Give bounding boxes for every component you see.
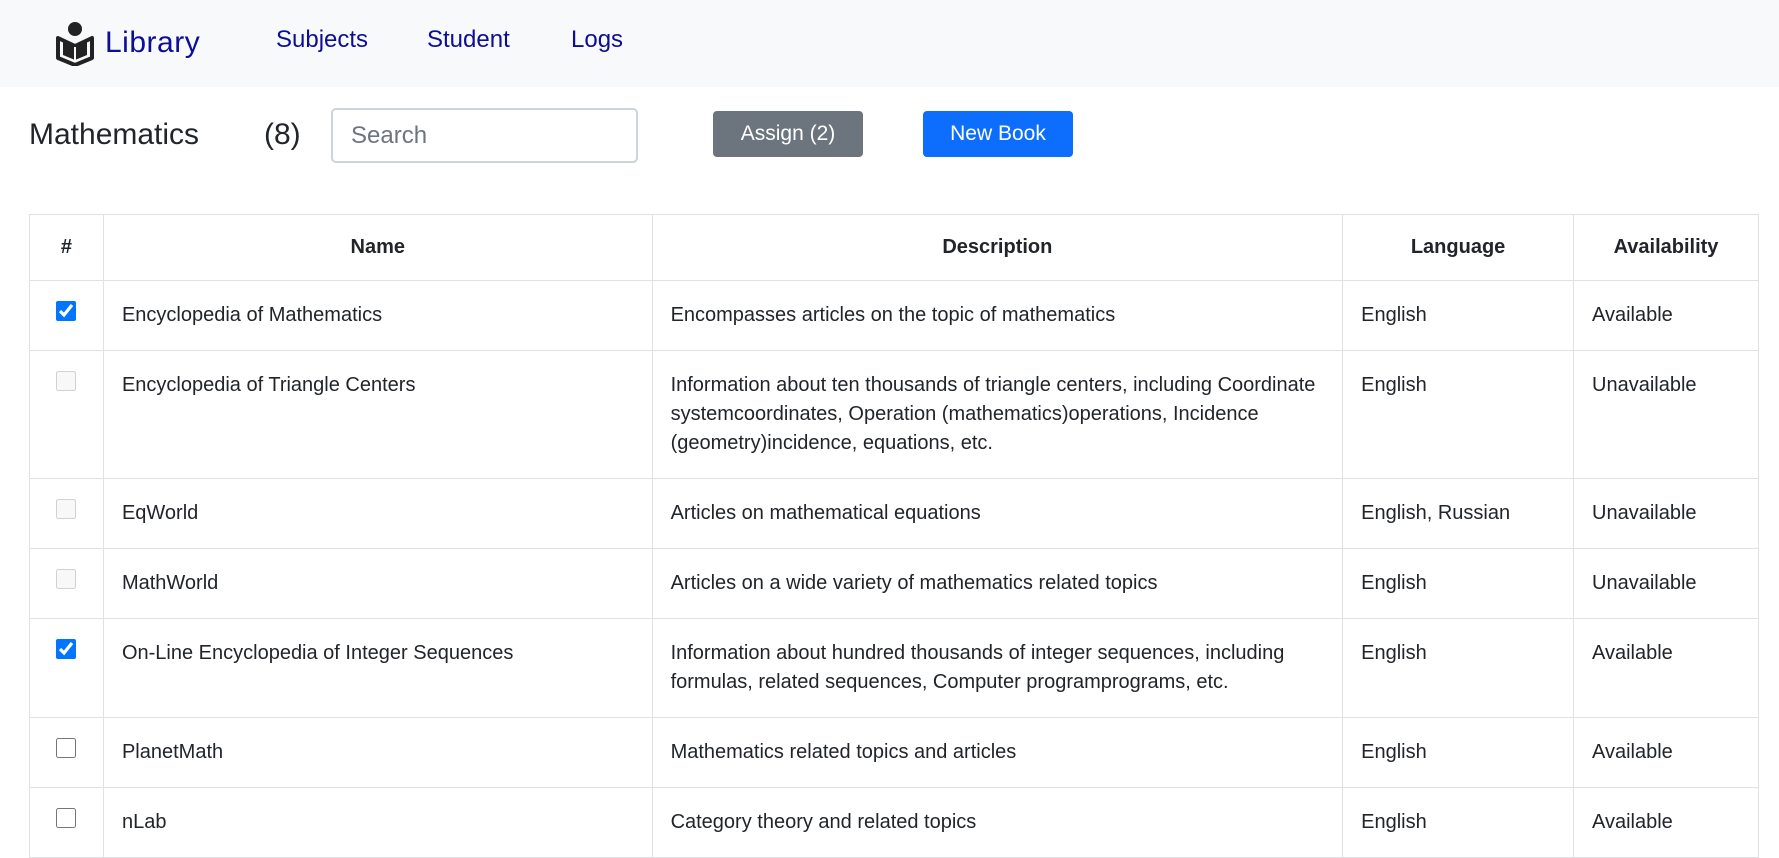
book-name-cell: nLab [102,787,653,858]
book-language-cell: English [1342,618,1574,718]
book-description-cell: Mathematics related topics and articles [651,717,1344,788]
row-select-checkbox [56,371,77,391]
book-language-cell: English [1342,717,1574,788]
row-select-cell [29,618,104,718]
row-select-cell [29,350,104,479]
book-count: (8) [264,118,301,151]
row-select-checkbox[interactable] [56,301,77,321]
row-select-cell [29,478,104,549]
nav-link-logs[interactable]: Logs [571,26,623,54]
row-select-checkbox [56,569,77,589]
book-availability-cell: Available [1573,280,1759,351]
books-table: # Name Description Language Availability… [29,214,1759,858]
column-header-name: Name [102,214,653,281]
book-availability-cell: Unavailable [1573,478,1759,549]
top-navbar: Library Subjects Student Logs [0,0,1779,87]
book-description-cell: Encompasses articles on the topic of mat… [651,280,1344,351]
book-name-cell: EqWorld [102,478,653,549]
new-book-button[interactable]: New Book [923,111,1073,157]
row-select-cell [29,548,104,619]
page-title: Mathematics [29,118,200,151]
book-description-cell: Category theory and related topics [651,787,1344,858]
book-name-cell: MathWorld [102,548,653,619]
book-availability-cell: Unavailable [1573,350,1759,479]
book-language-cell: English [1342,787,1574,858]
column-header-availability: Availability [1573,214,1759,281]
table-body: Encyclopedia of Mathematics Encompasses a… [29,280,1759,858]
row-select-cell [29,280,104,351]
book-language-cell: English, Russian [1342,478,1574,549]
book-language-cell: English [1342,350,1574,479]
row-select-checkbox [56,499,77,519]
row-select-cell [29,717,104,788]
table-row: Encyclopedia of Mathematics Encompasses a… [29,280,1759,351]
book-name-cell: Encyclopedia of Triangle Centers [102,350,653,479]
column-header-language: Language [1342,214,1574,281]
row-select-cell [29,787,104,858]
table-row: Encyclopedia of Triangle Centers Informat… [29,350,1759,479]
row-select-checkbox[interactable] [56,738,77,758]
book-availability-cell: Available [1573,787,1759,858]
book-availability-cell: Available [1573,717,1759,788]
table-row: MathWorld Articles on a wide variety of m… [29,548,1759,619]
row-select-checkbox[interactable] [56,808,77,828]
brand-name: Library [105,26,201,59]
book-description-cell: Articles on mathematical equations [651,478,1344,549]
assign-button[interactable]: Assign (2) [713,111,863,157]
table-header-row: # Name Description Language Availability [29,214,1759,281]
book-description-cell: Articles on a wide variety of mathematic… [651,548,1344,619]
table-row: EqWorld Articles on mathematical equation… [29,478,1759,549]
book-name-cell: On-Line Encyclopedia of Integer Sequence… [102,618,653,718]
table-row: nLab Category theory and related topics En… [29,787,1759,858]
table-row: PlanetMath Mathematics related topics and… [29,717,1759,788]
column-header-description: Description [651,214,1344,281]
book-name-cell: Encyclopedia of Mathematics [102,280,653,351]
row-select-checkbox[interactable] [56,639,77,659]
book-name-cell: PlanetMath [102,717,653,788]
reader-book-icon [56,22,94,66]
search-input[interactable] [331,108,638,163]
book-language-cell: English [1342,280,1574,351]
book-availability-cell: Available [1573,618,1759,718]
nav-link-subjects[interactable]: Subjects [276,26,368,54]
book-language-cell: English [1342,548,1574,619]
table-row: On-Line Encyclopedia of Integer Sequence… [29,618,1759,718]
book-description-cell: Information about hundred thousands of i… [651,618,1344,718]
brand-link[interactable]: Library [55,20,200,66]
book-availability-cell: Unavailable [1573,548,1759,619]
nav-link-student[interactable]: Student [427,26,510,54]
column-header-number: # [29,214,104,281]
book-description-cell: Information about ten thousands of trian… [651,350,1344,479]
